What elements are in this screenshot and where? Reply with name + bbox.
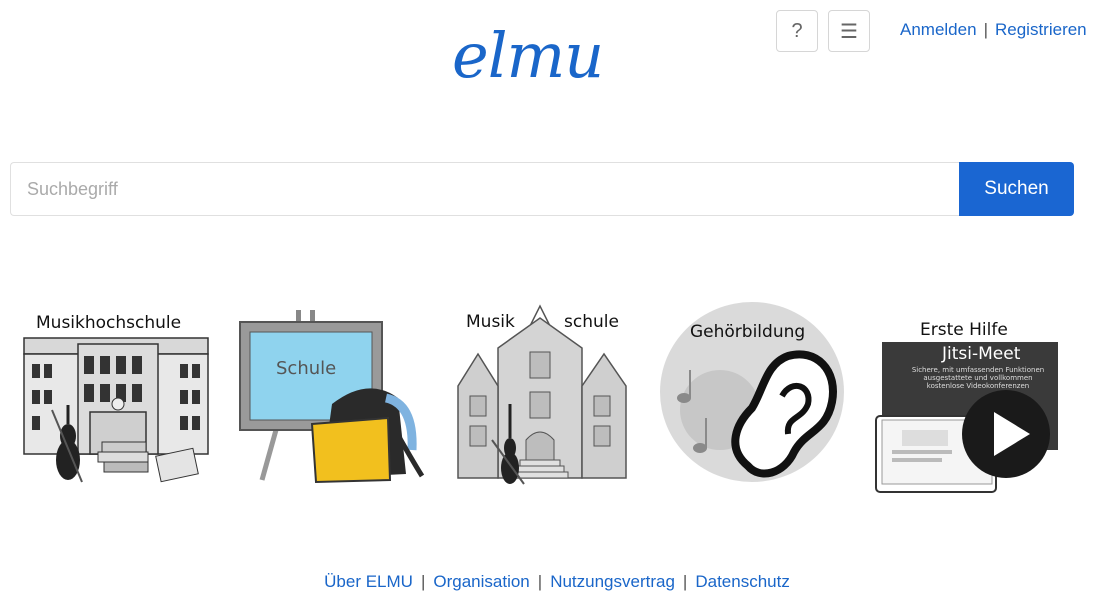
tile-label-left: Musik	[466, 312, 515, 332]
footer-separator: |	[682, 572, 688, 591]
tile-label: Musikhochschule	[36, 313, 182, 333]
search-button[interactable]: Suchen	[959, 162, 1074, 216]
footer-link-nutzungsvertrag[interactable]: Nutzungsvertrag	[550, 572, 675, 591]
footer-separator: |	[420, 572, 426, 591]
tile-label: Erste Hilfe	[920, 320, 1008, 340]
tile-label: Gehörbildung	[690, 322, 806, 342]
menu-button[interactable]: ☰	[828, 10, 870, 52]
tile-erste-hilfe[interactable]: Erste Hilfe Jitsi-Meet Sichere, mit umfa…	[872, 300, 1072, 500]
tile-gehoerbildung[interactable]: Gehörbildung	[660, 300, 860, 500]
footer-link-ueber-elmu[interactable]: Über ELMU	[324, 572, 413, 591]
login-link[interactable]: Anmelden	[900, 20, 977, 39]
tile-musikhochschule[interactable]: Musikhochschule	[18, 300, 218, 500]
tile-musikschule[interactable]: Musik schule	[452, 300, 652, 500]
footer-separator: |	[537, 572, 543, 591]
tile-label-right: schule	[564, 312, 619, 332]
school-board-backpack-icon	[239, 310, 425, 484]
tile-schule[interactable]: Schule	[236, 300, 436, 500]
footer-link-datenschutz[interactable]: Datenschutz	[695, 572, 790, 591]
question-mark-icon: ?	[791, 19, 803, 42]
hamburger-icon: ☰	[840, 20, 858, 43]
search-input[interactable]	[10, 162, 960, 216]
footer-link-organisation[interactable]: Organisation	[433, 572, 529, 591]
register-link[interactable]: Registrieren	[995, 20, 1087, 39]
auth-separator: |	[983, 20, 988, 39]
help-button[interactable]: ?	[776, 10, 818, 52]
screen-title: Jitsi-Meet	[942, 344, 1021, 364]
footer: Über ELMU | Organisation | Nutzungsvertrag | D…	[0, 572, 1114, 592]
tile-label: Schule	[276, 358, 337, 379]
logo[interactable]: elmu	[452, 6, 632, 106]
auth-links: Anmelden | Registrieren	[900, 20, 1087, 40]
screen-text: Sichere, mit umfassenden Funktionen ausg…	[911, 366, 1045, 390]
